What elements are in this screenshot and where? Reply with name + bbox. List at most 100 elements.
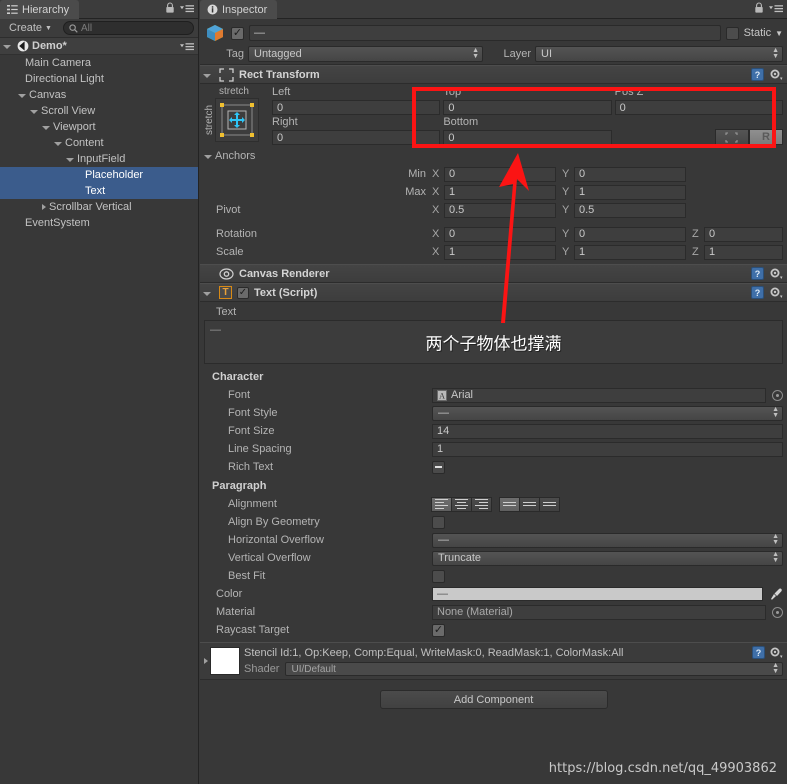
scale-z-input[interactable]: 1 xyxy=(704,244,783,260)
align-top-button[interactable] xyxy=(499,496,520,512)
align-bottom-button[interactable] xyxy=(539,496,560,512)
chevron-down-icon[interactable] xyxy=(203,73,211,78)
vertical-overflow-dropdown[interactable]: Truncate ▲ ▼ xyxy=(432,550,783,566)
hamburger-menu-icon[interactable] xyxy=(179,3,195,14)
hierarchy-item-text[interactable]: Text xyxy=(0,183,198,199)
tag-dropdown[interactable]: Untagged ▲ ▼ xyxy=(248,46,483,62)
posz-input[interactable]: 0 xyxy=(614,100,783,115)
anchors-min-x-input[interactable]: 0 xyxy=(444,166,556,182)
pivot-y-input[interactable]: 0.5 xyxy=(574,202,686,218)
help-icon[interactable]: ? xyxy=(751,68,764,81)
static-checkbox[interactable] xyxy=(725,26,739,40)
tab-inspector[interactable]: Inspector xyxy=(200,0,278,19)
hamburger-menu-icon[interactable] xyxy=(179,41,195,52)
raycast-target-checkbox[interactable]: ✓ xyxy=(432,623,445,637)
hierarchy-item-eventsystem[interactable]: EventSystem xyxy=(0,215,198,231)
eyedropper-icon[interactable] xyxy=(769,587,783,601)
color-swatch[interactable]: — xyxy=(432,587,763,601)
anchors-max-y-input[interactable]: 1 xyxy=(574,184,686,200)
horizontal-overflow-dropdown[interactable]: — ▲ ▼ xyxy=(432,532,783,548)
chevron-updown-icon: ▲ ▼ xyxy=(772,662,779,675)
hierarchy-item-main-camera[interactable]: Main Camera xyxy=(0,55,198,71)
object-picker-icon[interactable] xyxy=(772,606,783,618)
font-size-input[interactable]: 14 xyxy=(432,423,783,439)
hierarchy-item-directional-light[interactable]: Directional Light xyxy=(0,71,198,87)
lock-icon[interactable] xyxy=(754,2,764,14)
anchors-min-label: Min xyxy=(408,168,426,180)
top-input[interactable]: 0 xyxy=(443,100,612,115)
collapsed-triangle-icon[interactable] xyxy=(204,658,208,664)
rotation-y-input[interactable]: 0 xyxy=(574,226,686,242)
tab-hierarchy[interactable]: Hierarchy xyxy=(0,0,80,19)
align-middle-button[interactable] xyxy=(519,496,540,512)
help-icon[interactable]: ? xyxy=(751,267,764,280)
axis-y-label: Y xyxy=(562,228,570,240)
no-chevron-spacer xyxy=(78,172,82,179)
rich-text-checkbox[interactable] xyxy=(432,460,445,474)
gear-icon[interactable] xyxy=(769,286,783,299)
hierarchy-item-inputfield[interactable]: InputField xyxy=(0,151,198,167)
align-center-button[interactable] xyxy=(451,496,472,512)
text-value-textarea[interactable]: — 两个子物体也撑满 xyxy=(204,320,783,364)
best-fit-row: Best Fit xyxy=(204,567,783,585)
line-spacing-input[interactable]: 1 xyxy=(432,441,783,457)
canvas-renderer-header[interactable]: Canvas Renderer ? xyxy=(200,264,787,283)
search-input[interactable]: All xyxy=(62,21,194,35)
align-right-button[interactable] xyxy=(471,496,492,512)
object-name-field[interactable]: — xyxy=(249,25,721,41)
chevron-down-icon[interactable] xyxy=(42,126,50,130)
chevron-down-icon[interactable] xyxy=(204,155,212,159)
hamburger-menu-icon[interactable] xyxy=(768,3,784,14)
chevron-right-icon[interactable] xyxy=(42,204,46,210)
left-input[interactable]: 0 xyxy=(272,100,441,115)
hierarchy-item-content[interactable]: Content xyxy=(0,135,198,151)
anchors-max-row: Max X 1 Y 1 xyxy=(204,183,783,201)
anchors-min-y-input[interactable]: 0 xyxy=(574,166,686,182)
scale-y-input[interactable]: 1 xyxy=(574,244,686,260)
gear-icon[interactable] xyxy=(769,646,783,659)
align-left-button[interactable] xyxy=(431,496,452,512)
scale-x-input[interactable]: 1 xyxy=(444,244,556,260)
object-enabled-checkbox[interactable]: ✓ xyxy=(231,26,244,40)
chevron-down-icon[interactable] xyxy=(18,94,26,98)
chevron-down-icon[interactable] xyxy=(3,45,11,49)
chevron-down-icon[interactable] xyxy=(66,158,74,162)
create-button[interactable]: Create ▼ xyxy=(4,21,57,35)
rotation-x-input[interactable]: 0 xyxy=(444,226,556,242)
lock-icon[interactable] xyxy=(165,2,175,14)
text-component-enabled-checkbox[interactable]: ✓ xyxy=(237,286,249,299)
rect-transform-header[interactable]: Rect Transform ? xyxy=(200,65,787,84)
object-picker-icon[interactable] xyxy=(772,389,783,401)
material-field[interactable]: None (Material) xyxy=(432,604,766,620)
chevron-down-icon[interactable] xyxy=(203,291,211,296)
help-icon[interactable]: ? xyxy=(751,286,764,299)
hierarchy-item-canvas[interactable]: Canvas xyxy=(0,87,198,103)
font-style-dropdown[interactable]: — ▲ ▼ xyxy=(432,405,783,421)
align-by-geometry-checkbox[interactable] xyxy=(432,515,445,529)
font-value[interactable]: Arial xyxy=(451,389,473,401)
chevron-down-icon[interactable] xyxy=(30,110,38,114)
hierarchy-item-scrollbar-vertical[interactable]: Scrollbar Vertical xyxy=(0,199,198,215)
blueprint-mode-icon[interactable] xyxy=(714,129,749,145)
gear-icon[interactable] xyxy=(769,267,783,280)
rotation-z-input[interactable]: 0 xyxy=(704,226,783,242)
shader-dropdown[interactable]: UI/Default ▲ ▼ xyxy=(285,662,783,676)
right-input[interactable]: 0 xyxy=(272,130,441,145)
static-dropdown[interactable]: Static ▼ xyxy=(744,27,783,39)
hierarchy-item-placeholder[interactable]: Placeholder xyxy=(0,167,198,183)
pivot-x-input[interactable]: 0.5 xyxy=(444,202,556,218)
gear-icon[interactable] xyxy=(769,68,783,81)
help-icon[interactable]: ? xyxy=(752,646,765,659)
anchors-max-x-input[interactable]: 1 xyxy=(444,184,556,200)
add-component-button[interactable]: Add Component xyxy=(379,690,608,709)
best-fit-checkbox[interactable] xyxy=(432,569,445,583)
scene-root-row[interactable]: Demo* xyxy=(0,38,198,55)
layer-dropdown[interactable]: UI ▲ ▼ xyxy=(535,46,783,62)
bottom-input[interactable]: 0 xyxy=(443,130,612,145)
hierarchy-item-scroll-view[interactable]: Scroll View xyxy=(0,103,198,119)
raw-edit-mode-icon[interactable]: R xyxy=(748,129,783,145)
chevron-down-icon[interactable] xyxy=(54,142,62,146)
hierarchy-item-viewport[interactable]: Viewport xyxy=(0,119,198,135)
text-component-header[interactable]: T ✓ Text (Script) ? xyxy=(200,283,787,302)
anchor-preset-widget[interactable] xyxy=(215,98,259,142)
